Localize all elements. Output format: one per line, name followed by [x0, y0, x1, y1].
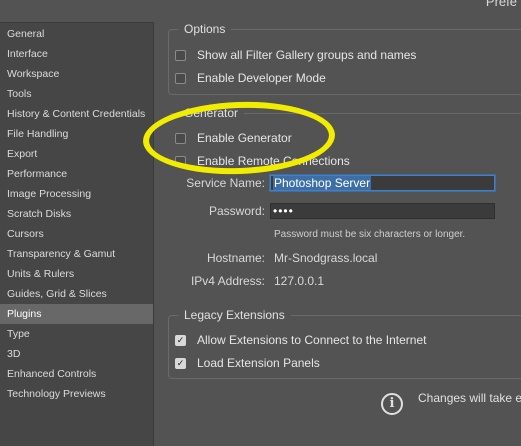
sidebar-item-tools[interactable]: Tools — [0, 84, 153, 104]
enable-developer-mode-label: Enable Developer Mode — [197, 71, 326, 85]
allow-extensions-label: Allow Extensions to Connect to the Inter… — [197, 333, 427, 347]
enable-generator-option[interactable]: Enable Generator — [175, 130, 292, 146]
sidebar-item-plugins[interactable]: Plugins — [0, 304, 153, 324]
password-input[interactable]: •••• — [270, 203, 495, 219]
sidebar-item-scratch-disks[interactable]: Scratch Disks — [0, 204, 153, 224]
password-hint: Password must be six characters or longe… — [274, 229, 466, 240]
service-name-input[interactable]: Photoshop Server — [270, 175, 495, 191]
enable-remote-connections-checkbox[interactable] — [175, 155, 186, 167]
enable-generator-label: Enable Generator — [197, 131, 292, 145]
enable-developer-mode-option[interactable]: Enable Developer Mode — [175, 70, 326, 86]
hostname-label: Hostname: — [206, 251, 265, 265]
ipv4-value: 127.0.0.1 — [274, 274, 325, 288]
sidebar-item-units-rulers[interactable]: Units & Rulers — [0, 264, 153, 284]
show-filter-gallery-label: Show all Filter Gallery groups and names — [197, 48, 417, 62]
show-filter-gallery-option[interactable]: Show all Filter Gallery groups and names — [175, 47, 416, 63]
preferences-window: Prefe General Interface Workspace Tools … — [0, 0, 521, 446]
ipv4-label: IPv4 Address: — [190, 274, 265, 288]
password-value: •••• — [273, 204, 294, 218]
show-filter-gallery-checkbox[interactable] — [175, 49, 186, 61]
sidebar-item-guides-grid-slices[interactable]: Guides, Grid & Slices — [0, 284, 153, 304]
load-extension-panels-checkbox[interactable]: ✓ — [175, 357, 186, 369]
legacy-extensions-title: Legacy Extensions — [178, 308, 291, 322]
sidebar-item-workspace[interactable]: Workspace — [0, 64, 153, 84]
sidebar: General Interface Workspace Tools Histor… — [0, 22, 154, 446]
sidebar-item-interface[interactable]: Interface — [0, 44, 153, 64]
enable-developer-mode-checkbox[interactable] — [175, 72, 186, 84]
sidebar-item-export[interactable]: Export — [0, 144, 153, 164]
sidebar-item-image-processing[interactable]: Image Processing — [0, 184, 153, 204]
allow-extensions-checkbox[interactable]: ✓ — [175, 334, 186, 346]
service-name-label: Service Name: — [186, 176, 265, 190]
sidebar-item-type[interactable]: Type — [0, 324, 153, 344]
load-extension-panels-label: Load Extension Panels — [197, 356, 320, 370]
hostname-value: Mr-Snodgrass.local — [274, 251, 378, 265]
sidebar-item-transparency-gamut[interactable]: Transparency & Gamut — [0, 244, 153, 264]
sidebar-item-file-handling[interactable]: File Handling — [0, 124, 153, 144]
enable-remote-connections-label: Enable Remote Connections — [197, 154, 350, 168]
service-name-value: Photoshop Server — [273, 176, 372, 190]
enable-remote-connections-option[interactable]: Enable Remote Connections — [175, 153, 350, 169]
info-icon: i — [381, 393, 403, 415]
load-extension-panels-option[interactable]: ✓ Load Extension Panels — [175, 355, 320, 371]
sidebar-item-general[interactable]: General — [0, 24, 153, 44]
allow-extensions-option[interactable]: ✓ Allow Extensions to Connect to the Int… — [175, 332, 426, 348]
sidebar-item-history-content-credentials[interactable]: History & Content Credentials — [0, 104, 153, 124]
changes-notice: Changes will take e — [418, 391, 521, 405]
password-label: Password: — [208, 204, 265, 218]
sidebar-item-3d[interactable]: 3D — [0, 344, 153, 364]
sidebar-item-enhanced-controls[interactable]: Enhanced Controls — [0, 364, 153, 384]
generator-title: Generator — [178, 106, 245, 120]
sidebar-item-cursors[interactable]: Cursors — [0, 224, 153, 244]
options-title: Options — [178, 22, 232, 36]
sidebar-item-performance[interactable]: Performance — [0, 164, 153, 184]
enable-generator-checkbox[interactable] — [175, 132, 186, 144]
sidebar-item-technology-previews[interactable]: Technology Previews — [0, 384, 153, 404]
